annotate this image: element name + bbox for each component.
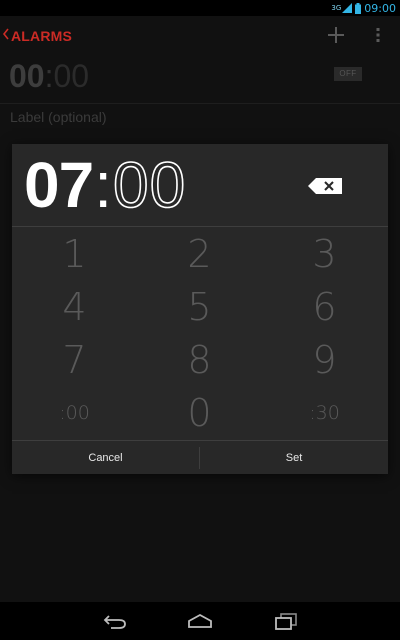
picker-minutes: 00 (112, 149, 187, 221)
time-display: 07:00 (24, 144, 186, 226)
key-7[interactable]: 7 (12, 333, 137, 386)
nav-back-icon[interactable] (101, 611, 129, 631)
status-bar: 3G 09:00 (0, 0, 400, 16)
alarm-label-field[interactable]: Label (optional) (10, 109, 107, 125)
alarm-minutes: 00 (53, 58, 90, 94)
overflow-menu-icon[interactable] (374, 27, 382, 43)
picker-hours: 07 (24, 149, 94, 221)
app-title[interactable]: ALARMS (11, 28, 72, 44)
key-0[interactable]: 0 (137, 386, 262, 439)
alarm-time[interactable]: 00:00 (9, 58, 89, 95)
signal-icon (342, 3, 353, 13)
back-caret-icon[interactable] (2, 27, 10, 41)
key-9[interactable]: 9 (262, 333, 387, 386)
dialog-button-bar: Cancel Set (12, 440, 388, 474)
time-picker-dialog: 07:00 1 2 3 4 5 6 7 8 9 :00 0 :30 Cancel… (12, 144, 388, 474)
key-8[interactable]: 8 (137, 333, 262, 386)
alarm-toggle[interactable]: OFF (334, 67, 362, 81)
cancel-button[interactable]: Cancel (12, 441, 199, 474)
alarm-hours: 00 (9, 58, 45, 94)
key-00[interactable]: :00 (12, 386, 137, 439)
key-3[interactable]: 3 (262, 227, 387, 280)
nav-home-icon[interactable] (186, 611, 214, 631)
battery-icon (355, 2, 362, 14)
status-indicators: 3G 09:00 (331, 0, 396, 16)
action-bar: ALARMS (0, 16, 400, 54)
network-type: 3G (331, 4, 342, 12)
divider (0, 103, 400, 104)
navigation-bar (0, 602, 400, 640)
backspace-icon[interactable] (308, 178, 342, 194)
key-30[interactable]: :30 (262, 386, 387, 439)
set-button[interactable]: Set (200, 441, 388, 474)
key-1[interactable]: 1 (12, 227, 137, 280)
nav-recents-icon[interactable] (272, 611, 300, 631)
key-5[interactable]: 5 (137, 280, 262, 333)
keypad: 1 2 3 4 5 6 7 8 9 :00 0 :30 (12, 227, 388, 440)
status-time: 09:00 (364, 1, 396, 15)
key-2[interactable]: 2 (137, 227, 262, 280)
key-6[interactable]: 6 (262, 280, 387, 333)
picker-colon: : (94, 149, 112, 221)
add-icon[interactable] (327, 26, 345, 44)
key-4[interactable]: 4 (12, 280, 137, 333)
